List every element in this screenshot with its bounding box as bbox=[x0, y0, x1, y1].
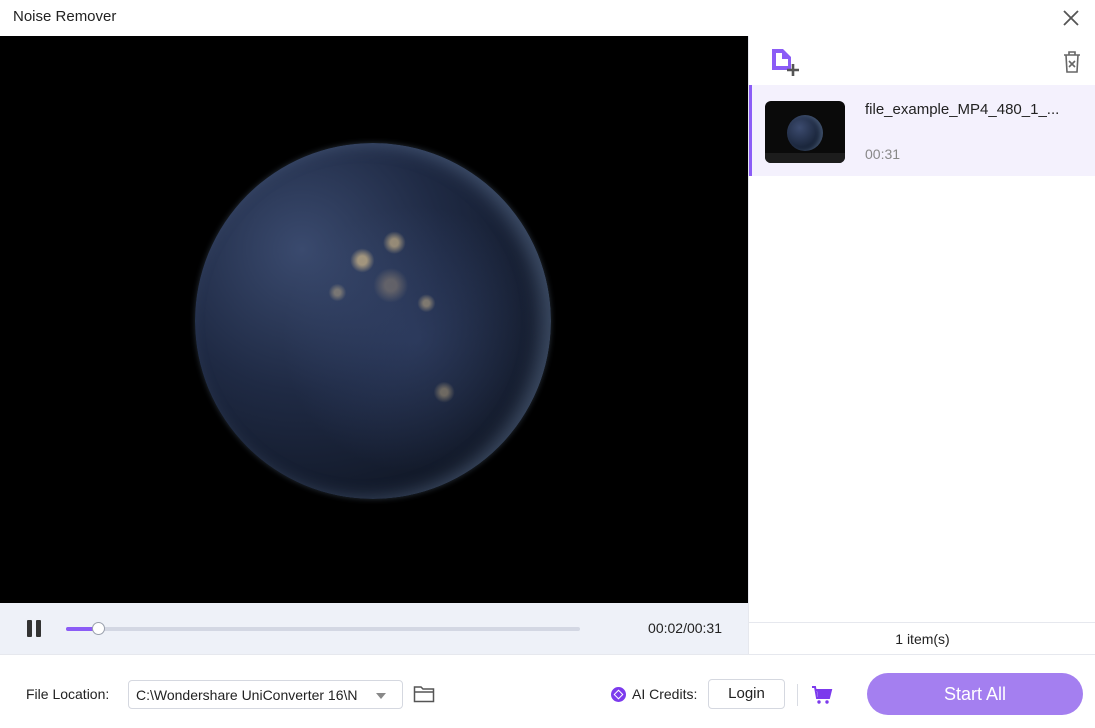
player-controls: 00:02/00:31 bbox=[0, 603, 748, 654]
pause-button[interactable] bbox=[25, 619, 45, 639]
chevron-down-icon bbox=[376, 693, 386, 699]
window-title: Noise Remover bbox=[13, 8, 117, 25]
file-name: file_example_MP4_480_1_... bbox=[865, 101, 1060, 118]
login-button[interactable]: Login bbox=[708, 679, 785, 709]
file-location-label: File Location: bbox=[26, 686, 110, 702]
pause-icon-bar bbox=[36, 620, 41, 637]
ai-credits-icon bbox=[611, 687, 626, 702]
footer-bar: File Location: C:\Wondershare UniConvert… bbox=[0, 654, 1095, 728]
add-file-icon[interactable] bbox=[769, 46, 803, 78]
file-location-value: C:\Wondershare UniConverter 16\N bbox=[136, 687, 358, 703]
item-count: 1 item(s) bbox=[895, 631, 950, 647]
folder-icon[interactable] bbox=[413, 684, 435, 703]
start-all-button[interactable]: Start All bbox=[867, 673, 1083, 715]
video-thumbnail bbox=[765, 101, 845, 163]
earth-video-frame bbox=[195, 143, 551, 499]
thumbnail-earth bbox=[787, 115, 823, 151]
file-location-select[interactable]: C:\Wondershare UniConverter 16\N bbox=[128, 680, 403, 709]
thumbnail-bar bbox=[765, 153, 845, 163]
progress-handle[interactable] bbox=[92, 622, 106, 635]
item-count-bar: 1 item(s) bbox=[749, 622, 1095, 654]
time-display: 00:02/00:31 bbox=[648, 620, 722, 636]
cart-icon[interactable] bbox=[811, 685, 833, 705]
ai-credits-label: AI Credits: bbox=[632, 686, 698, 702]
pause-icon bbox=[27, 620, 32, 637]
video-preview[interactable] bbox=[0, 36, 748, 603]
close-icon[interactable] bbox=[1059, 6, 1083, 30]
title-bar: Noise Remover bbox=[0, 0, 1095, 36]
trash-icon[interactable] bbox=[1061, 50, 1083, 74]
list-item[interactable]: file_example_MP4_480_1_... 00:31 bbox=[749, 85, 1095, 176]
file-list-panel: file_example_MP4_480_1_... 00:31 1 item(… bbox=[748, 36, 1095, 654]
file-duration: 00:31 bbox=[865, 146, 901, 162]
city-lights bbox=[195, 143, 551, 499]
progress-track[interactable] bbox=[66, 627, 580, 631]
divider bbox=[797, 684, 798, 706]
